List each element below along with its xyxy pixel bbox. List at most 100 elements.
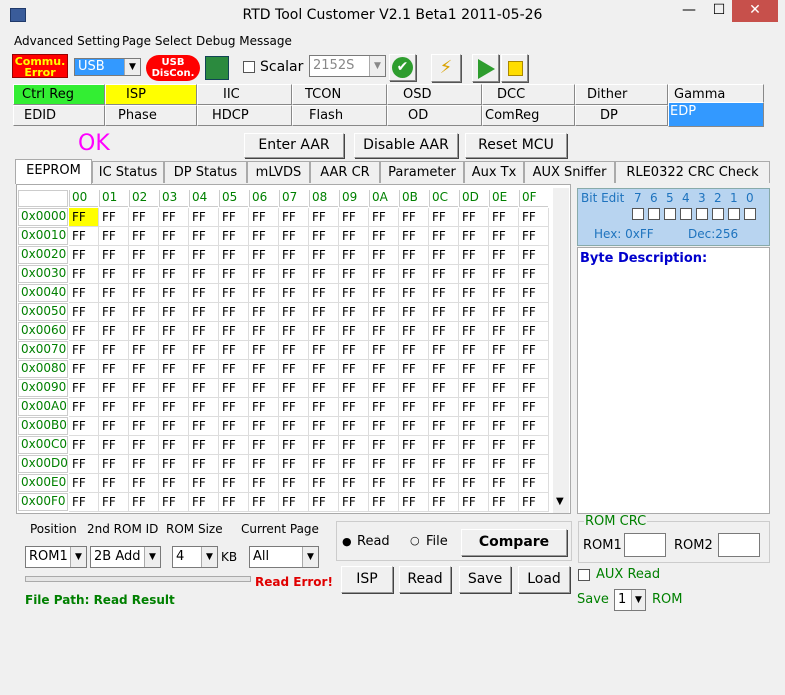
run-button[interactable] xyxy=(472,54,499,82)
read-radio[interactable]: ● xyxy=(342,535,352,548)
grid-cell[interactable]: FF xyxy=(219,227,249,246)
tab-phase[interactable]: Phase xyxy=(105,105,197,126)
grid-cell[interactable]: FF xyxy=(249,322,279,341)
grid-cell[interactable]: FF xyxy=(159,303,189,322)
menu-advanced-setting[interactable]: Advanced Setting xyxy=(14,34,120,48)
grid-cell[interactable]: FF xyxy=(309,493,339,512)
grid-cell[interactable]: FF xyxy=(399,246,429,265)
rom-id-select[interactable]: 2B Add ▼ xyxy=(90,546,161,568)
grid-cell[interactable]: FF xyxy=(129,398,159,417)
grid-cell[interactable]: FF xyxy=(249,284,279,303)
grid-cell[interactable]: FF xyxy=(279,303,309,322)
grid-cell[interactable]: FF xyxy=(429,284,459,303)
bit-checkbox[interactable] xyxy=(728,208,740,220)
grid-cell[interactable]: FF xyxy=(489,493,519,512)
grid-cell[interactable]: FF xyxy=(519,436,549,455)
grid-cell[interactable]: FF xyxy=(189,246,219,265)
grid-cell[interactable]: FF xyxy=(99,246,129,265)
grid-cell[interactable]: FF xyxy=(459,493,489,512)
grid-cell[interactable]: FF xyxy=(279,417,309,436)
grid-cell[interactable]: FF xyxy=(279,398,309,417)
grid-cell[interactable]: FF xyxy=(519,227,549,246)
grid-cell[interactable]: FF xyxy=(429,246,459,265)
grid-cell[interactable]: FF xyxy=(219,398,249,417)
grid-cell[interactable]: FF xyxy=(519,417,549,436)
grid-cell[interactable]: FF xyxy=(339,341,369,360)
grid-cell[interactable]: FF xyxy=(189,227,219,246)
bit-checkbox[interactable] xyxy=(632,208,644,220)
grid-cell[interactable]: FF xyxy=(159,208,189,227)
grid-cell[interactable]: FF xyxy=(459,360,489,379)
grid-cell[interactable]: FF xyxy=(159,379,189,398)
grid-cell[interactable]: FF xyxy=(129,436,159,455)
grid-cell[interactable]: FF xyxy=(399,284,429,303)
grid-cell[interactable]: FF xyxy=(339,227,369,246)
grid-cell[interactable]: FF xyxy=(249,379,279,398)
grid-cell[interactable]: FF xyxy=(189,417,219,436)
grid-cell[interactable]: FF xyxy=(129,322,159,341)
grid-cell[interactable]: FF xyxy=(489,398,519,417)
grid-cell[interactable]: FF xyxy=(129,474,159,493)
grid-cell[interactable]: FF xyxy=(339,303,369,322)
grid-cell[interactable]: FF xyxy=(309,455,339,474)
grid-cell[interactable]: FF xyxy=(219,455,249,474)
grid-cell[interactable]: FF xyxy=(429,493,459,512)
grid-cell[interactable]: FF xyxy=(519,493,549,512)
grid-cell[interactable]: FF xyxy=(309,417,339,436)
grid-cell[interactable]: FF xyxy=(99,341,129,360)
grid-cell[interactable]: FF xyxy=(459,208,489,227)
grid-cell[interactable]: FF xyxy=(519,474,549,493)
check-button[interactable]: ✔ xyxy=(389,54,416,81)
grid-cell[interactable]: FF xyxy=(459,303,489,322)
grid-cell[interactable]: FF xyxy=(159,417,189,436)
file-radio[interactable]: ○ xyxy=(410,534,420,547)
grid-cell[interactable]: FF xyxy=(219,341,249,360)
bit-checkbox[interactable] xyxy=(664,208,676,220)
grid-cell[interactable]: FF xyxy=(129,360,159,379)
grid-cell[interactable]: FF xyxy=(489,322,519,341)
grid-cell[interactable]: FF xyxy=(369,360,399,379)
grid-cell[interactable]: FF xyxy=(489,341,519,360)
grid-cell[interactable]: FF xyxy=(189,398,219,417)
grid-cell[interactable]: FF xyxy=(99,379,129,398)
subtab-dp-status[interactable]: DP Status xyxy=(164,161,247,183)
grid-cell[interactable]: FF xyxy=(429,208,459,227)
grid-cell[interactable]: FF xyxy=(219,436,249,455)
grid-cell[interactable]: FF xyxy=(279,265,309,284)
grid-cell[interactable]: FF xyxy=(339,246,369,265)
grid-cell[interactable]: FF xyxy=(159,322,189,341)
maximize-button[interactable]: ☐ xyxy=(704,0,734,22)
grid-cell[interactable]: FF xyxy=(429,303,459,322)
grid-cell[interactable]: FF xyxy=(279,474,309,493)
grid-cell[interactable]: FF xyxy=(459,398,489,417)
grid-cell[interactable]: FF xyxy=(399,398,429,417)
subtab-rle0322-crc-check[interactable]: RLE0322 CRC Check xyxy=(615,161,770,183)
reset-mcu-button[interactable]: Reset MCU xyxy=(465,133,567,158)
grid-cell[interactable]: FF xyxy=(279,227,309,246)
grid-cell[interactable]: FF xyxy=(279,379,309,398)
grid-cell[interactable]: FF xyxy=(159,341,189,360)
grid-cell[interactable]: FF xyxy=(459,246,489,265)
save-button[interactable]: Save xyxy=(459,566,511,593)
grid-cell[interactable]: FF xyxy=(219,417,249,436)
grid-cell[interactable]: FF xyxy=(219,322,249,341)
stop-button[interactable] xyxy=(501,54,528,82)
grid-cell[interactable]: FF xyxy=(429,436,459,455)
grid-cell[interactable]: FF xyxy=(219,379,249,398)
grid-cell[interactable]: FF xyxy=(129,246,159,265)
grid-cell[interactable]: FF xyxy=(69,398,99,417)
grid-cell[interactable]: FF xyxy=(309,379,339,398)
grid-cell[interactable]: FF xyxy=(519,265,549,284)
grid-cell[interactable]: FF xyxy=(99,474,129,493)
subtab-mlvds[interactable]: mLVDS xyxy=(247,161,310,183)
tab-isp[interactable]: ISP xyxy=(105,84,197,105)
usb-select[interactable]: USB ▼ xyxy=(74,58,141,76)
grid-cell[interactable]: FF xyxy=(489,227,519,246)
grid-cell[interactable]: FF xyxy=(279,493,309,512)
grid-cell[interactable]: FF xyxy=(429,474,459,493)
grid-cell[interactable]: FF xyxy=(519,284,549,303)
grid-cell[interactable]: FF xyxy=(459,379,489,398)
grid-cell[interactable]: FF xyxy=(159,398,189,417)
grid-cell[interactable]: FF xyxy=(339,455,369,474)
bit-checkbox[interactable] xyxy=(712,208,724,220)
